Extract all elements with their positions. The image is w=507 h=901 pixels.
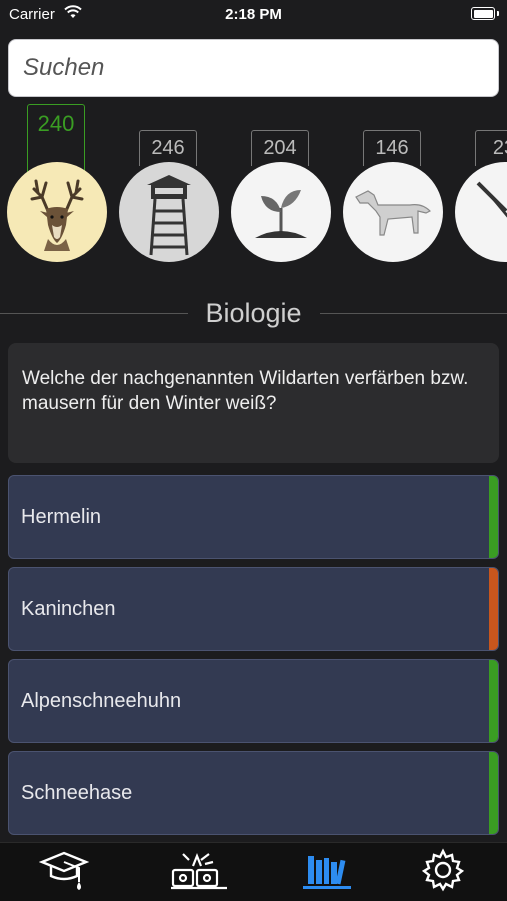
tab-settings[interactable] <box>403 847 483 897</box>
tab-library[interactable] <box>287 847 367 897</box>
battery-icon <box>471 7 499 20</box>
answer-status-bar <box>489 476 498 558</box>
category-item-dogs[interactable]: 146 <box>341 100 445 270</box>
gear-icon <box>421 847 465 897</box>
answer-label: Kaninchen <box>21 598 116 620</box>
answer-status-bar <box>489 568 498 650</box>
category-count-badge: 246 <box>139 130 197 166</box>
category-item-plants[interactable]: 204 <box>229 100 333 270</box>
answer-option[interactable]: Alpenschneehuhn <box>8 659 499 743</box>
status-bar: Carrier 2:18 PM <box>0 0 507 28</box>
category-item-biology[interactable]: 240 <box>5 100 109 270</box>
graduation-cap-icon <box>38 848 90 897</box>
category-count-badge: 204 <box>251 130 309 166</box>
search-field[interactable] <box>8 39 499 97</box>
answer-option[interactable]: Schneehase <box>8 751 499 835</box>
category-item-hunting-practice[interactable]: 246 <box>117 100 221 270</box>
tab-exam[interactable] <box>160 847 240 897</box>
answer-label: Alpenschneehuhn <box>21 690 182 712</box>
tab-learn[interactable] <box>24 847 104 897</box>
tab-bar <box>0 842 507 901</box>
exam-icon <box>167 848 233 897</box>
question-card: Welche der nachgenannten Wildarten verfä… <box>8 343 499 463</box>
divider <box>320 313 507 314</box>
answer-status-bar <box>489 752 498 834</box>
category-count-badge: 23 <box>475 130 507 166</box>
hunting-dog-icon <box>343 162 443 262</box>
answer-label: Hermelin <box>21 506 102 528</box>
plant-icon <box>231 162 331 262</box>
answer-option[interactable]: Hermelin <box>8 475 499 559</box>
watchtower-icon <box>119 162 219 262</box>
deer-icon <box>7 162 107 262</box>
answer-status-bar <box>489 660 498 742</box>
answer-label: Schneehase <box>21 782 133 804</box>
rifle-icon <box>455 162 507 262</box>
section-heading: Biologie <box>0 296 507 332</box>
category-count-badge: 146 <box>363 130 421 166</box>
answer-option[interactable]: Kaninchen <box>8 567 499 651</box>
category-carousel[interactable]: 240 246 204 146 2 <box>0 100 507 270</box>
library-icon <box>300 848 354 897</box>
category-item-weapons[interactable]: 23 <box>453 100 507 270</box>
clock: 2:18 PM <box>225 6 282 23</box>
search-input[interactable] <box>9 40 498 96</box>
